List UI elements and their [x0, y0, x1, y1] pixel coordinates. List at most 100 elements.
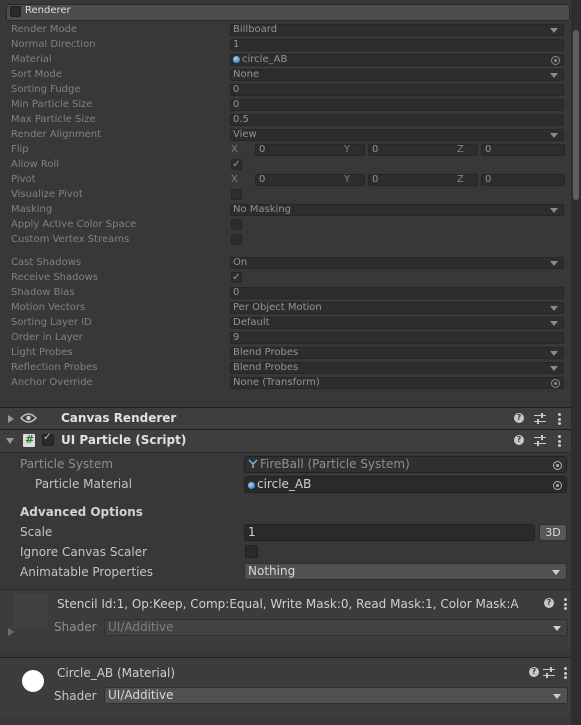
- shader-label: Shader: [54, 689, 97, 703]
- renderer-prop-dropdown[interactable]: Billboard: [230, 24, 564, 36]
- foldout-arrow-icon[interactable]: [8, 628, 14, 636]
- renderer-prop-dropdown[interactable]: No Masking: [230, 204, 564, 216]
- ignore-canvas-scaler-checkbox[interactable]: [245, 545, 258, 558]
- more-options-icon[interactable]: [558, 413, 561, 427]
- renderer-prop-text[interactable]: 0: [230, 84, 564, 96]
- renderer-prop-text[interactable]: 1: [230, 39, 564, 51]
- renderer-prop-checkbox[interactable]: [231, 234, 242, 245]
- canvas-renderer-title: Canvas Renderer: [61, 411, 177, 425]
- advanced-options-header: Advanced Options: [20, 505, 143, 519]
- renderer-prop-value: 0: [233, 99, 240, 110]
- renderer-prop-value: 0: [233, 287, 240, 298]
- renderer-prop-label: Light Probes: [11, 347, 73, 358]
- renderer-enable-checkbox[interactable]: [10, 6, 21, 17]
- stencil-material-title: Stencil Id:1, Op:Keep, Comp:Equal, Write…: [57, 597, 519, 611]
- stencil-shader-dropdown[interactable]: UI/Additive: [104, 619, 568, 636]
- ui-particle-header[interactable]: # UI Particle (Script) ?: [0, 429, 571, 453]
- presets-icon[interactable]: [543, 667, 555, 678]
- scale-label: Scale: [20, 525, 53, 539]
- scale-3d-button[interactable]: 3D: [539, 524, 567, 541]
- more-options-icon[interactable]: [564, 667, 567, 681]
- more-options-icon[interactable]: [558, 435, 561, 449]
- material-icon: [248, 482, 255, 489]
- renderer-prop-label: Motion Vectors: [11, 302, 86, 313]
- help-icon[interactable]: ?: [529, 667, 539, 677]
- material-preview-thumbnail: [14, 594, 48, 628]
- renderer-prop-value: None: [233, 69, 260, 80]
- renderer-prop-text[interactable]: 0: [230, 99, 564, 111]
- canvas-renderer-header[interactable]: Canvas Renderer ?: [0, 407, 571, 431]
- renderer-module-header[interactable]: [6, 4, 570, 21]
- axis-label-z: Z: [457, 174, 464, 185]
- material-preview-sphere: [22, 670, 44, 692]
- renderer-prop-object[interactable]: None (Transform): [230, 377, 564, 389]
- renderer-prop-dropdown[interactable]: Blend Probes: [230, 347, 564, 359]
- renderer-prop-value: Per Object Motion: [233, 302, 322, 313]
- renderer-prop-label: Sorting Layer ID: [11, 317, 92, 328]
- ui-particle-enable-checkbox[interactable]: [42, 432, 54, 446]
- renderer-prop-value: None (Transform): [233, 377, 320, 388]
- renderer-prop-label: Cast Shadows: [11, 257, 82, 268]
- animatable-properties-dropdown[interactable]: Nothing: [244, 563, 567, 580]
- renderer-prop-dropdown[interactable]: Default: [230, 317, 564, 329]
- renderer-prop-label: Pivot: [11, 174, 36, 185]
- renderer-prop-text[interactable]: 9: [230, 332, 564, 344]
- renderer-prop-label: Sorting Fudge: [11, 84, 81, 95]
- renderer-prop-label: Render Alignment: [11, 129, 102, 140]
- axis-label-y: Y: [344, 144, 351, 155]
- renderer-prop-text[interactable]: 0: [230, 287, 564, 299]
- renderer-prop-value: 9: [233, 332, 240, 343]
- object-picker-icon[interactable]: [551, 56, 560, 65]
- renderer-prop-checkbox[interactable]: ✓: [231, 159, 242, 170]
- renderer-prop-label: Reflection Probes: [11, 362, 98, 373]
- object-picker-icon[interactable]: [553, 481, 562, 490]
- vector-field-z[interactable]: 0: [481, 144, 565, 156]
- renderer-prop-dropdown[interactable]: None: [230, 69, 564, 81]
- object-picker-icon[interactable]: [551, 379, 560, 388]
- more-options-icon[interactable]: [564, 598, 567, 612]
- renderer-prop-checkbox[interactable]: [231, 219, 242, 230]
- renderer-module-title: Renderer: [25, 5, 71, 16]
- renderer-prop-dropdown[interactable]: Blend Probes: [230, 362, 564, 374]
- renderer-prop-label: Min Particle Size: [11, 99, 93, 110]
- particle-system-field[interactable]: FireBall (Particle System): [244, 456, 567, 473]
- renderer-prop-label: Receive Shadows: [11, 272, 98, 283]
- renderer-prop-label: Order in Layer: [11, 332, 83, 343]
- foldout-arrow-icon[interactable]: [8, 415, 14, 423]
- scrollbar-thumb[interactable]: [573, 30, 579, 200]
- renderer-prop-dropdown[interactable]: On: [230, 257, 564, 269]
- renderer-prop-checkbox[interactable]: [231, 189, 242, 200]
- axis-label-z: Z: [457, 144, 464, 155]
- presets-icon[interactable]: [534, 413, 546, 424]
- renderer-prop-value: 0.5: [233, 114, 249, 125]
- renderer-prop-label: Apply Active Color Space: [11, 219, 137, 230]
- renderer-prop-label: Render Mode: [11, 24, 78, 35]
- help-icon[interactable]: ?: [514, 413, 524, 423]
- renderer-prop-dropdown[interactable]: Per Object Motion: [230, 302, 564, 314]
- help-icon[interactable]: ?: [544, 598, 554, 608]
- vector-field-z[interactable]: 0: [481, 174, 565, 186]
- renderer-prop-dropdown[interactable]: View: [230, 129, 564, 141]
- renderer-prop-label: Shadow Bias: [11, 287, 75, 298]
- renderer-prop-label: Max Particle Size: [11, 114, 96, 125]
- particle-system-label: Particle System: [20, 457, 113, 471]
- material-icon: [233, 56, 240, 63]
- circle-shader-dropdown[interactable]: UI/Additive: [104, 687, 568, 704]
- object-picker-icon[interactable]: [553, 461, 562, 470]
- script-icon: #: [23, 433, 35, 447]
- presets-icon[interactable]: [534, 435, 546, 446]
- shader-label: Shader: [54, 620, 97, 634]
- renderer-prop-label: Sort Mode: [11, 69, 62, 80]
- animatable-properties-label: Animatable Properties: [20, 565, 154, 579]
- renderer-prop-value: Billboard: [233, 24, 278, 35]
- particle-system-icon: [248, 459, 258, 468]
- renderer-prop-label: Anchor Override: [11, 377, 93, 388]
- help-icon[interactable]: ?: [514, 435, 524, 445]
- particle-material-field[interactable]: circle_AB: [244, 476, 567, 493]
- renderer-prop-object[interactable]: circle_AB: [230, 54, 564, 66]
- renderer-prop-text[interactable]: 0.5: [230, 114, 564, 126]
- scale-field[interactable]: 1: [244, 524, 535, 541]
- foldout-arrow-icon[interactable]: [6, 438, 14, 444]
- particle-material-label: Particle Material: [35, 477, 132, 491]
- renderer-prop-checkbox[interactable]: ✓: [231, 272, 242, 283]
